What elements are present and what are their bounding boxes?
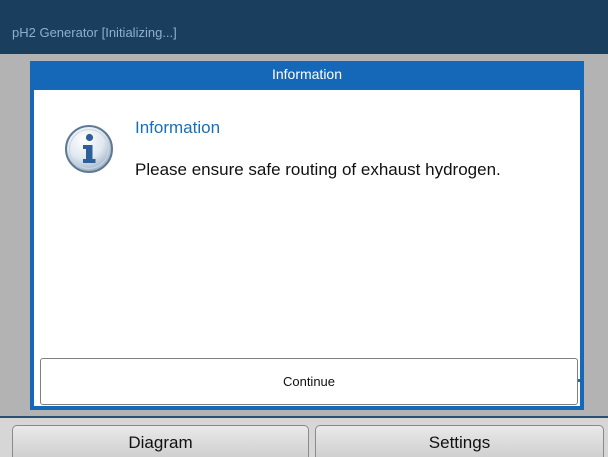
tab-diagram[interactable]: Diagram — [12, 425, 309, 457]
screen: pH2 Generator [Initializing...] Diagram … — [0, 0, 608, 457]
dialog-message: Please ensure safe routing of exhaust hy… — [135, 160, 501, 179]
bottom-divider — [0, 416, 608, 418]
title-bar: pH2 Generator [Initializing...] — [0, 0, 608, 54]
dialog-title: Information — [271, 66, 343, 82]
information-dialog: Information Information Please ensure sa… — [30, 61, 584, 410]
app-title: pH2 Generator [Initializing...] — [12, 25, 177, 40]
continue-button[interactable]: Continue — [40, 358, 578, 405]
tab-settings[interactable]: Settings — [315, 425, 604, 457]
dialog-heading: Information — [135, 118, 221, 137]
info-icon — [65, 125, 113, 173]
